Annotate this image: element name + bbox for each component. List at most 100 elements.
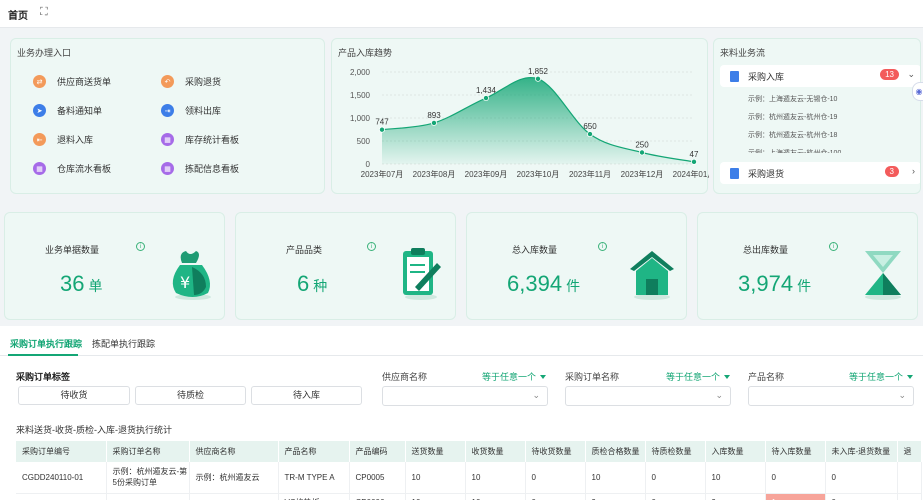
stat-value: 6,394 件 xyxy=(507,271,581,296)
column-header[interactable]: 收货数量 xyxy=(465,441,526,462)
flow-sub-item[interactable]: 示例：上海遁友云-无锡仓-10 xyxy=(748,94,837,104)
dashboard-icon: ▦ xyxy=(161,162,174,175)
table-cell: 0 xyxy=(645,493,706,500)
business-entry-7[interactable]: ▦ 拣配信息看板 xyxy=(161,162,239,175)
column-header[interactable]: 待入库数量 xyxy=(765,441,826,462)
filter-operator-supplier[interactable]: 等于任意一个 xyxy=(482,370,546,383)
business-entry-label: 供应商送货单 xyxy=(57,77,112,87)
y-tick-label: 1,000 xyxy=(350,114,371,123)
table-cell: CP0006 xyxy=(349,493,406,500)
x-tick-label: 2024年01月 xyxy=(673,169,709,179)
data-label: 250 xyxy=(635,141,649,150)
data-point xyxy=(638,149,645,156)
tag-button-pending-receipt[interactable]: 待收货 xyxy=(18,386,130,405)
column-header[interactable]: 产品编码 xyxy=(349,441,406,462)
business-entry-1[interactable]: ↶ 采购退货 xyxy=(161,75,221,88)
stat-label: 产品品类 xyxy=(286,245,323,255)
table-cell: CGDD240110-01 xyxy=(16,462,107,494)
flow-item-purchase-return[interactable]: 采购退货 3 › xyxy=(720,162,920,184)
y-tick-label: 0 xyxy=(366,160,371,169)
supplier-select[interactable]: ⌄ xyxy=(382,386,548,406)
table-cell: 10 xyxy=(585,462,646,494)
column-header[interactable]: 质检合格数量 xyxy=(585,441,646,462)
info-icon[interactable]: i xyxy=(829,242,838,251)
business-entry-label: 领料出库 xyxy=(185,106,222,116)
stat-label: 总出库数量 xyxy=(743,245,789,255)
table-cell xyxy=(106,493,190,500)
x-tick-label: 2023年07月 xyxy=(361,169,404,179)
table-cell: TR-M TYPE A xyxy=(278,462,350,494)
tab-picking-tracking[interactable]: 拣配单执行跟踪 xyxy=(92,337,155,350)
column-header[interactable]: 退 xyxy=(897,441,922,462)
column-header[interactable]: 产品名称 xyxy=(278,441,350,462)
flow-sub-item[interactable]: 示例：杭州遁友云-杭州仓-19 xyxy=(748,112,837,122)
info-icon[interactable]: i xyxy=(598,242,607,251)
table-title: 来料送货-收货-质检-入库-退货执行统计 xyxy=(16,425,172,435)
column-header[interactable]: 送货数量 xyxy=(405,441,466,462)
filter-label-product-name: 产品名称 xyxy=(748,372,785,382)
tag-button-pending-storage[interactable]: 待入库 xyxy=(251,386,362,405)
material-flow-card: 来料业务流 采购入库 13 ⌄ 示例：上海遁友云-无锡仓-10 示例：杭州遁友云… xyxy=(713,38,921,194)
svg-text:¥: ¥ xyxy=(180,273,190,292)
filter-operator-order-name[interactable]: 等于任意一个 xyxy=(666,370,730,383)
tab-purchase-order-tracking[interactable]: 采购订单执行跟踪 xyxy=(10,337,82,350)
inbound-trend-chart: 2,000 1,500 1,000 500 0 747 2023年07月 893 2023年08… xyxy=(350,67,709,179)
chevron-down-icon[interactable]: ⌄ xyxy=(907,69,915,80)
area-fill xyxy=(382,77,694,164)
data-point xyxy=(431,119,438,126)
filter-label-order-name: 采购订单名称 xyxy=(565,372,620,382)
table-row[interactable]: VC均热板CP00061010090910 xyxy=(16,493,922,500)
table-cell: 示例：杭州遁友云 xyxy=(189,462,279,494)
column-header[interactable]: 未入库-退货数量 xyxy=(825,441,898,462)
info-icon[interactable]: i xyxy=(136,242,145,251)
table-cell xyxy=(16,493,107,500)
data-point xyxy=(482,95,489,102)
hourglass-icon xyxy=(865,251,901,300)
stat-value: 36 单 xyxy=(60,271,103,296)
stat-value: 6种 xyxy=(297,271,328,296)
home-tab[interactable]: 首页 xyxy=(8,7,28,22)
flow-item-label: 采购退货 xyxy=(748,168,785,179)
info-icon[interactable]: i xyxy=(367,242,376,251)
flow-sub-item[interactable]: 示例：杭州遁友云-杭州仓-18 xyxy=(748,130,837,140)
business-entry-0[interactable]: ⇄ 供应商送货单 xyxy=(33,75,111,88)
column-header[interactable]: 入库数量 xyxy=(705,441,766,462)
business-entry-label: 仓库流水看板 xyxy=(57,164,112,174)
business-entry-5[interactable]: ▦ 库存统计看板 xyxy=(161,133,239,146)
x-tick-label: 2023年08月 xyxy=(413,169,456,179)
chevron-down-icon: ⌄ xyxy=(898,390,906,400)
table-cell: 0 xyxy=(825,493,898,500)
table-cell: 0 xyxy=(525,462,586,494)
filter-operator-product-name[interactable]: 等于任意一个 xyxy=(849,370,913,383)
business-entry-4[interactable]: ⇤ 退料入库 xyxy=(33,133,93,146)
table-row[interactable]: CGDD240110-01 示例：杭州遁友云-第5份采购订单 示例：杭州遁友云 TR-… xyxy=(16,462,922,494)
side-panel-handle[interactable]: ◉ xyxy=(912,82,923,101)
business-entry-3[interactable]: ⇥ 领料出库 xyxy=(161,104,221,117)
stat-value: 3,974 件 xyxy=(738,271,812,296)
tracking-table: 采购订单编号 采购订单名称 供应商名称 产品名称 产品编码 送货数量 收货数量 待收货数量 质检… xyxy=(16,441,922,500)
tag-button-pending-inspection[interactable]: 待质检 xyxy=(135,386,246,405)
document-icon xyxy=(730,70,739,82)
chevron-right-icon[interactable]: › xyxy=(912,166,915,176)
business-entry-6[interactable]: ▦ 仓库流水看板 xyxy=(33,162,111,175)
table-cell xyxy=(189,493,279,500)
chevron-down-icon: ⌄ xyxy=(715,390,723,400)
column-header[interactable]: 采购订单名称 xyxy=(106,441,190,462)
product-name-select[interactable]: ⌄ xyxy=(748,386,914,406)
column-header[interactable]: 供应商名称 xyxy=(189,441,279,462)
count-badge: 13 xyxy=(880,69,899,80)
column-header[interactable]: 待质检数量 xyxy=(645,441,706,462)
data-point xyxy=(534,75,541,82)
x-tick-label: 2023年09月 xyxy=(465,169,508,179)
order-name-select[interactable]: ⌄ xyxy=(565,386,731,406)
column-header[interactable]: 待收货数量 xyxy=(525,441,586,462)
stat-card-total-outbound: 总出库数量 i 3,974 件 xyxy=(697,212,918,320)
flow-sub-item[interactable]: 示例：上海遁友云-杭州仓-100 xyxy=(748,148,841,153)
expand-icon[interactable]: ⛶ xyxy=(40,6,48,19)
flow-item-purchase-inbound[interactable]: 采购入库 13 ⌄ xyxy=(720,65,920,87)
table-cell: VC均热板 xyxy=(278,493,350,500)
y-tick-label: 500 xyxy=(357,137,371,146)
column-header[interactable]: 采购订单编号 xyxy=(16,441,107,462)
dashboard-icon: ▦ xyxy=(161,133,174,146)
business-entry-2[interactable]: ➤ 备料通知单 xyxy=(33,104,102,117)
